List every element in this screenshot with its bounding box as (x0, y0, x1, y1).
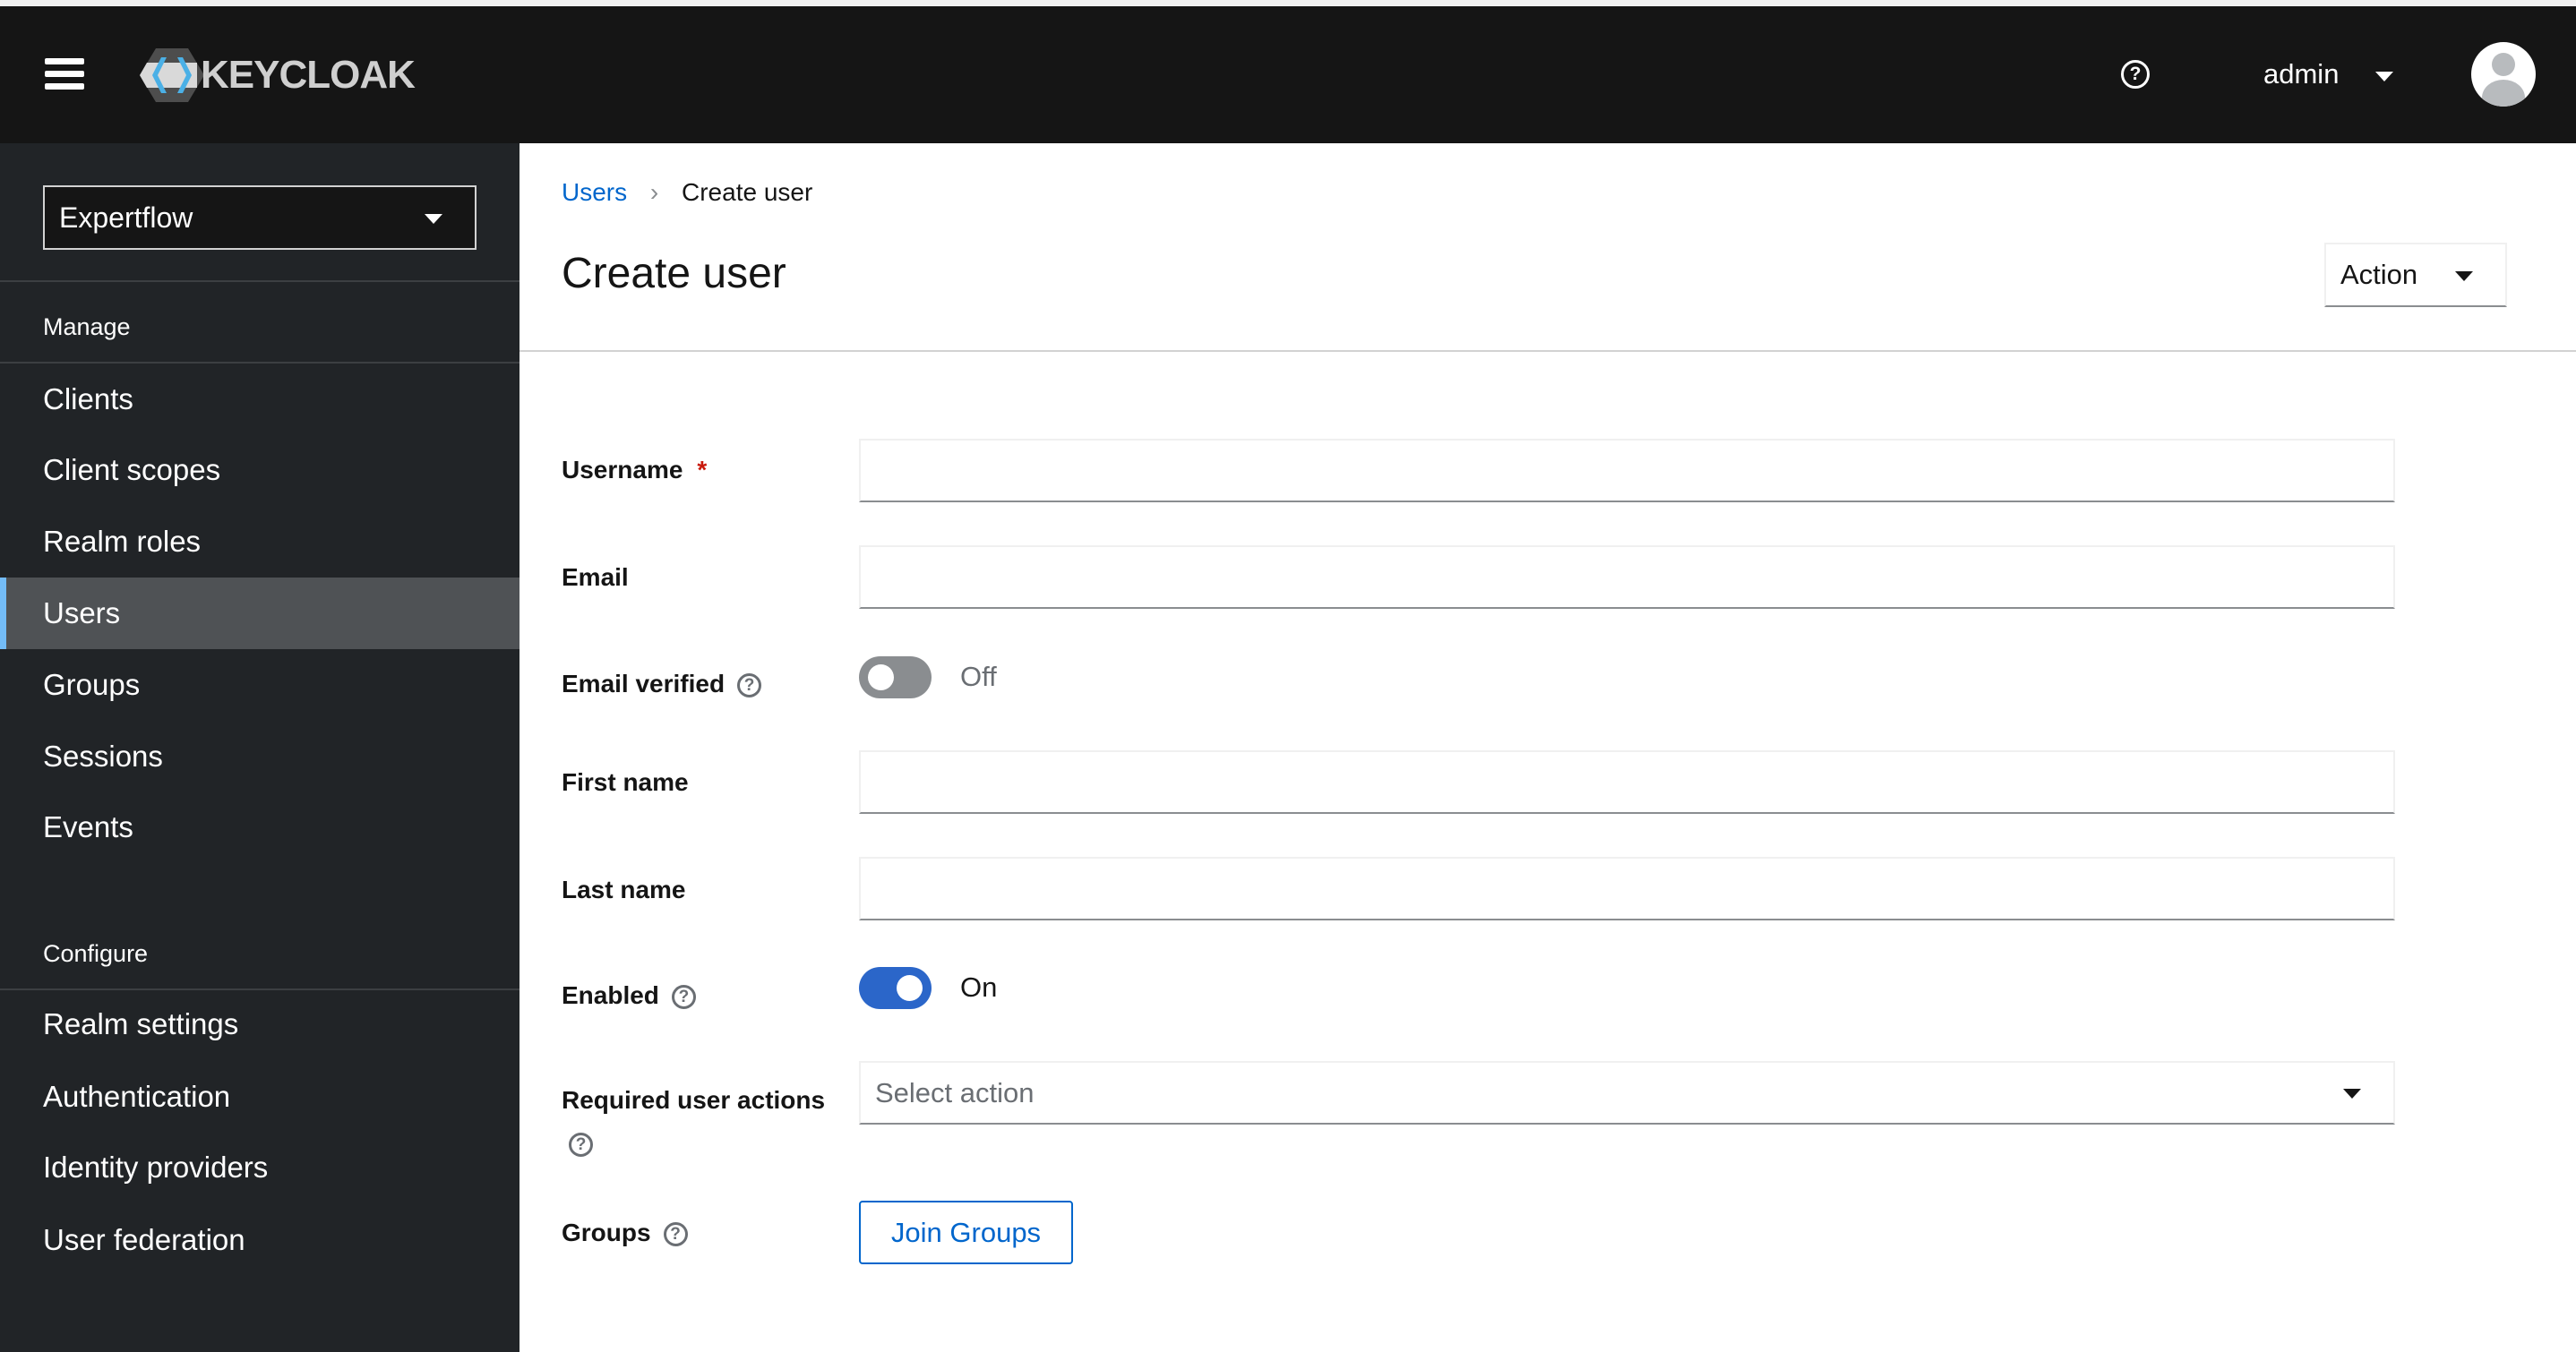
sidebar-item-sessions[interactable]: Sessions (0, 721, 519, 792)
section-manage: Manage (43, 313, 131, 340)
hamburger-menu-icon[interactable] (45, 58, 84, 90)
page-title: Create user (562, 250, 786, 297)
help-icon[interactable]: ? (737, 673, 762, 698)
help-icon[interactable]: ? (2121, 60, 2150, 89)
enabled-state: On (960, 971, 998, 1003)
sidebar-item-events[interactable]: Events (0, 792, 519, 863)
sidebar: Expertflow Manage Clients Client scopes … (0, 143, 519, 1352)
help-icon[interactable]: ? (671, 985, 696, 1010)
enabled-toggle[interactable] (859, 967, 932, 1009)
sidebar-item-groups[interactable]: Groups (0, 649, 519, 721)
first-name-label: First name (562, 768, 689, 796)
sidebar-item-realm-settings[interactable]: Realm settings (0, 988, 519, 1060)
required-actions-placeholder: Select action (875, 1077, 1035, 1108)
required-actions-label: Required user actions? (562, 1079, 848, 1165)
email-verified-toggle[interactable] (859, 656, 932, 698)
keycloak-logo-icon (140, 48, 204, 102)
breadcrumb-current: Create user (682, 178, 813, 206)
sidebar-item-user-federation[interactable]: User federation (0, 1204, 519, 1276)
sidebar-item-users[interactable]: Users (0, 578, 519, 649)
realm-selector[interactable]: Expertflow (43, 185, 477, 250)
user-menu-caret-icon[interactable] (2375, 72, 2393, 81)
keycloak-logo[interactable]: KEYCLOAK (140, 44, 416, 107)
email-verified-label-text: Email verified (562, 670, 726, 697)
required-actions-label-text: Required user actions (562, 1086, 826, 1114)
required-mark: * (697, 456, 708, 483)
sidebar-item-client-scopes[interactable]: Client scopes (0, 434, 519, 506)
sidebar-item-authentication[interactable]: Authentication (0, 1061, 519, 1133)
section-configure: Configure (43, 940, 149, 967)
required-actions-select[interactable]: Select action (859, 1061, 2395, 1125)
username-label: Username * (562, 456, 707, 484)
masthead: KEYCLOAK ? admin (0, 6, 2576, 143)
email-verified-label: Email verified? (562, 670, 762, 698)
join-groups-label: Join Groups (890, 1217, 1042, 1248)
sidebar-item-realm-roles[interactable]: Realm roles (0, 506, 519, 578)
help-icon[interactable]: ? (569, 1133, 593, 1158)
email-input[interactable] (859, 545, 2395, 609)
sidebar-item-clients[interactable]: Clients (0, 364, 519, 435)
groups-label: Groups? (562, 1219, 688, 1247)
action-dropdown[interactable]: Action (2324, 243, 2507, 307)
breadcrumb: Users › Create user (562, 178, 812, 207)
username-input[interactable] (859, 439, 2395, 502)
email-label: Email (562, 563, 629, 591)
header-divider (519, 350, 2576, 352)
caret-down-icon (2455, 271, 2473, 281)
groups-label-text: Groups (562, 1219, 651, 1246)
first-name-input[interactable] (859, 750, 2395, 814)
last-name-input[interactable] (859, 857, 2395, 920)
join-groups-button[interactable]: Join Groups (859, 1201, 1073, 1264)
last-name-label: Last name (562, 876, 686, 903)
logo-text: KEYCLOAK (201, 53, 416, 97)
enabled-label: Enabled? (562, 981, 696, 1010)
username-label-text: Username (562, 456, 683, 483)
action-label: Action (2340, 259, 2418, 290)
chevron-down-icon (425, 214, 442, 224)
breadcrumb-users-link[interactable]: Users (562, 178, 627, 206)
caret-down-icon (2343, 1089, 2361, 1099)
enabled-label-text: Enabled (562, 981, 659, 1009)
help-icon[interactable]: ? (663, 1222, 688, 1247)
avatar[interactable] (2471, 42, 2536, 107)
user-menu-toggle[interactable]: admin (2263, 58, 2339, 90)
sidebar-item-identity-providers[interactable]: Identity providers (0, 1132, 519, 1203)
breadcrumb-separator-icon: › (649, 178, 659, 206)
top-strip (0, 0, 2576, 6)
realm-name: Expertflow (59, 201, 193, 234)
divider (0, 280, 519, 282)
email-verified-state: Off (960, 661, 997, 692)
